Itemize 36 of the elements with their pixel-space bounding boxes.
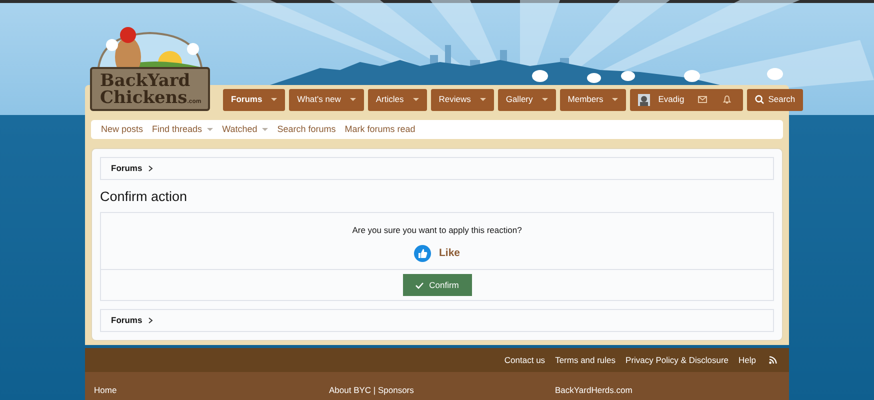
sub-nav-link[interactable]: New posts <box>101 122 144 136</box>
footer-link[interactable]: Home <box>94 385 117 396</box>
reaction-label: Like <box>438 246 460 261</box>
user-name[interactable]: Evadig <box>658 93 684 106</box>
nav-tab[interactable]: Articles <box>368 88 427 110</box>
footer-link[interactable]: Contact us <box>504 354 546 367</box>
check-icon <box>415 282 424 289</box>
chevron-icon <box>148 317 154 324</box>
rss-icon[interactable] <box>769 356 777 364</box>
footer-link[interactable]: About BYC | Sponsors <box>329 385 414 396</box>
page-title: Confirm action <box>100 188 188 206</box>
footer-link[interactable]: Terms and rules <box>555 354 616 367</box>
nav-tab[interactable]: Members <box>560 88 626 110</box>
chevron-icon <box>148 165 154 172</box>
footer-link[interactable]: Help <box>738 354 756 367</box>
breadcrumb-link[interactable]: Forums <box>111 314 142 328</box>
sub-nav-link[interactable]: Watched <box>222 122 268 136</box>
mail-icon[interactable] <box>698 96 708 103</box>
nav-tab[interactable]: Forums <box>223 88 286 110</box>
footer-link[interactable]: Privacy Policy & Disclosure <box>626 354 729 367</box>
sub-nav-link[interactable]: Mark forums read <box>344 122 416 136</box>
avatar-icon[interactable] <box>638 94 650 106</box>
footer-link[interactable]: BackYardHerds.com <box>555 385 632 396</box>
nav-tab[interactable]: Reviews <box>430 88 494 110</box>
sub-nav-link[interactable]: Find threads <box>152 122 214 136</box>
thumbs-up-icon <box>414 245 431 262</box>
search-icon <box>755 95 764 104</box>
logo-text: BackYard <box>100 73 192 90</box>
search-button[interactable]: Search <box>747 88 804 110</box>
nav-tab[interactable]: What's new <box>289 88 364 110</box>
breadcrumb-link[interactable]: Forums <box>111 162 142 175</box>
nav-tab[interactable]: Gallery <box>498 88 556 110</box>
bell-icon[interactable] <box>723 95 732 104</box>
confirm-button[interactable]: Confirm <box>402 274 472 296</box>
sub-nav-link[interactable]: Search forums <box>277 122 336 136</box>
confirm-question: Are you sure you want to apply this reaction? <box>351 224 523 237</box>
